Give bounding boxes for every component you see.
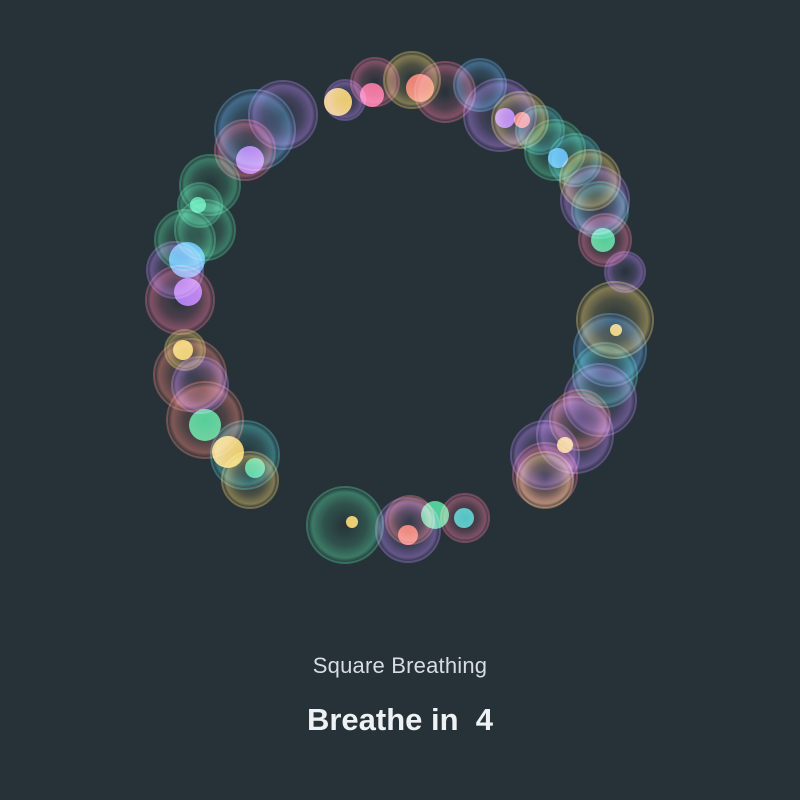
particle-bubble (454, 508, 474, 528)
particle-bubble (306, 486, 384, 564)
particle-bubble (516, 451, 574, 509)
phase-count: 4 (475, 702, 494, 737)
particle-bubble (174, 278, 202, 306)
particle-bubble (324, 88, 352, 116)
particle-bubble (398, 525, 418, 545)
particle-bubble (245, 458, 265, 478)
technique-title: Square Breathing (312, 653, 488, 678)
particle-bubble (346, 516, 358, 528)
phase-label: Breathe in (306, 702, 459, 737)
phase-line: Breathe in 4 (0, 700, 800, 740)
particle-bubble (591, 228, 615, 252)
breathing-caption: Square Breathing Breathe in 4 (0, 648, 800, 740)
particle-bubble (360, 83, 384, 107)
particle-bubble (236, 146, 264, 174)
